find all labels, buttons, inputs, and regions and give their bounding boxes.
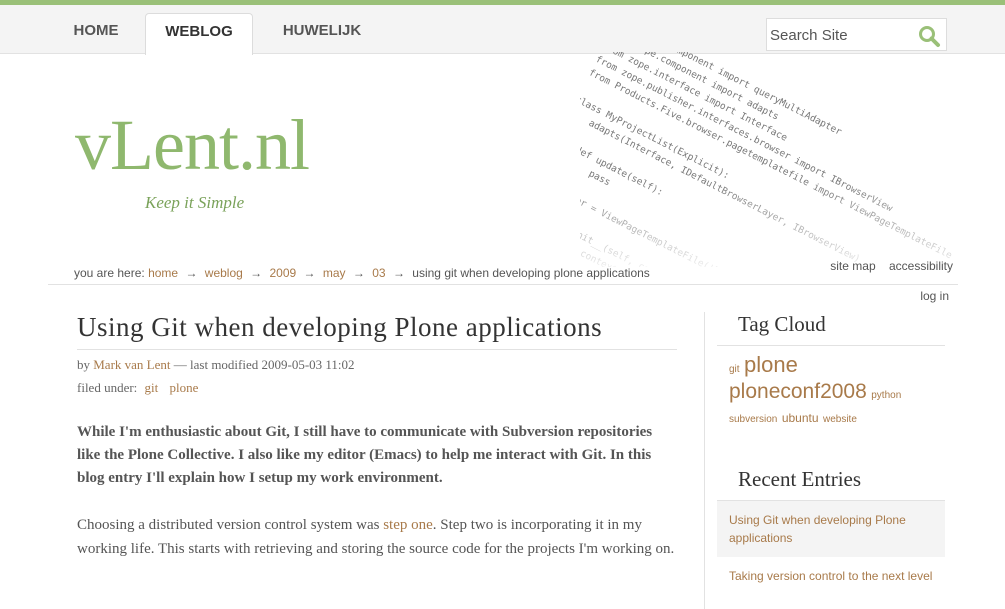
column-divider — [704, 312, 705, 609]
tag-cloud: git plone ploneconf2008 python subversio… — [717, 346, 945, 439]
tag-link-git[interactable]: git — [145, 380, 159, 395]
tag-cloud-item-ploneconf2008[interactable]: ploneconf2008 — [729, 380, 867, 403]
site-slogan: Keep it Simple — [145, 193, 245, 212]
last-modified: — last modified 2009-05-03 11:02 — [173, 357, 355, 372]
breadcrumb-current: using git when developing plone applicat… — [412, 266, 650, 280]
accessibility-link[interactable]: accessibility — [889, 259, 953, 273]
breadcrumb-home[interactable]: home — [148, 266, 178, 280]
breadcrumb-month[interactable]: may — [323, 266, 346, 280]
tab-home[interactable]: HOME — [60, 13, 132, 54]
site-logo[interactable]: vLent.nl — [75, 104, 310, 187]
article-paragraph: Choosing a distributed version control s… — [77, 513, 677, 561]
tab-weblog[interactable]: WEBLOG — [145, 13, 253, 55]
step-one-link[interactable]: step one — [383, 517, 433, 533]
tag-cloud-item-git[interactable]: git — [729, 364, 740, 375]
search-icon[interactable] — [917, 24, 943, 48]
byline-by: by — [77, 357, 90, 372]
breadcrumb: you are here: home → weblog → 2009 → may… — [74, 266, 650, 280]
article-byline: by Mark van Lent — last modified 2009-05… — [77, 357, 677, 373]
breadcrumb-separator: → — [185, 266, 198, 280]
login-link[interactable]: log in — [920, 289, 949, 303]
author-link[interactable]: Mark van Lent — [93, 357, 170, 372]
sidebar: Tag Cloud git plone ploneconf2008 python… — [717, 312, 945, 595]
tag-cloud-title: Tag Cloud — [717, 312, 945, 346]
tag-cloud-item-subversion[interactable]: subversion — [729, 414, 777, 425]
tag-cloud-item-python[interactable]: python — [871, 390, 901, 401]
paragraph-text: Choosing a distributed version control s… — [77, 517, 384, 533]
breadcrumb-separator: → — [250, 266, 263, 280]
site-map-link[interactable]: site map — [830, 259, 875, 273]
header-divider — [48, 284, 958, 285]
breadcrumb-weblog[interactable]: weblog — [205, 266, 243, 280]
recent-entries-title: Recent Entries — [717, 467, 945, 501]
article: Using Git when developing Plone applicat… — [77, 312, 677, 561]
filed-under: filed under: git plone — [77, 380, 677, 396]
tag-cloud-item-plone[interactable]: plone — [744, 352, 798, 377]
site-actions: site map accessibility — [820, 259, 953, 273]
search-box — [766, 18, 947, 51]
tag-cloud-item-website[interactable]: website — [823, 414, 857, 425]
breadcrumb-separator: → — [392, 266, 405, 280]
breadcrumb-year[interactable]: 2009 — [270, 266, 297, 280]
article-lead: While I'm enthusiastic about Git, I stil… — [77, 424, 653, 486]
breadcrumb-separator: → — [303, 266, 316, 280]
page-title: Using Git when developing Plone applicat… — [77, 312, 677, 350]
header-code-fade — [580, 180, 1000, 270]
search-input[interactable] — [770, 23, 910, 47]
breadcrumb-day[interactable]: 03 — [372, 266, 385, 280]
recent-entry[interactable]: Using Git when developing Plone applicat… — [717, 501, 945, 557]
tab-huwelijk[interactable]: HUWELIJK — [270, 13, 374, 54]
recent-entry[interactable]: Taking version control to the next level — [717, 557, 945, 595]
tag-cloud-item-ubuntu[interactable]: ubuntu — [782, 411, 819, 425]
breadcrumb-prefix: you are here: — [74, 266, 145, 280]
filed-under-label: filed under: — [77, 380, 138, 395]
breadcrumb-separator: → — [352, 266, 365, 280]
tag-link-plone[interactable]: plone — [170, 380, 199, 395]
